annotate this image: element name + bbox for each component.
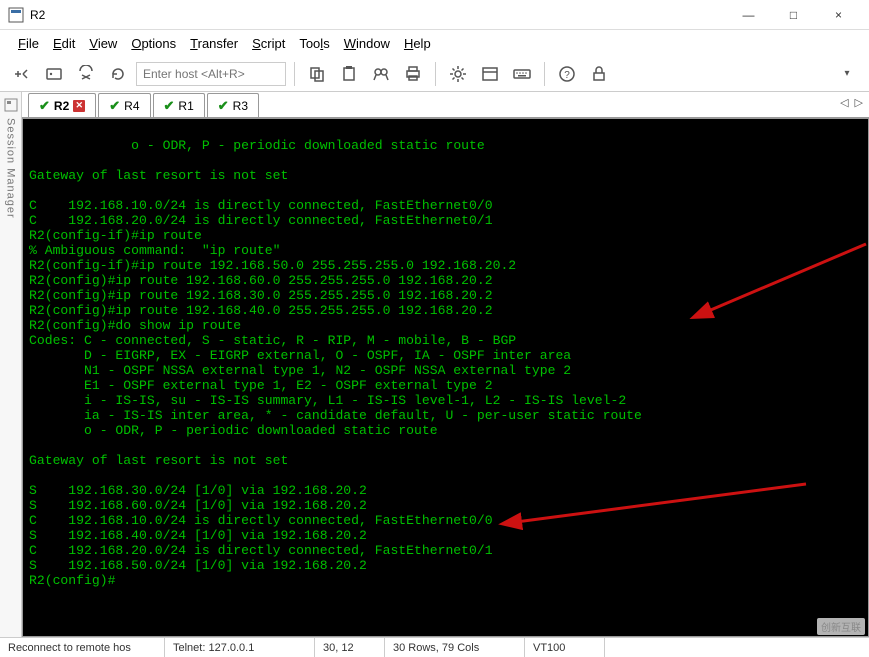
reconnect-button[interactable] <box>104 60 132 88</box>
svg-text:?: ? <box>564 70 570 81</box>
status-size: 30 Rows, 79 Cols <box>385 638 525 657</box>
host-input[interactable] <box>136 62 286 86</box>
menu-help[interactable]: Help <box>404 36 431 51</box>
tab-r2[interactable]: ✔ R2 ✕ <box>28 93 96 117</box>
check-icon: ✔ <box>218 98 229 114</box>
check-icon: ✔ <box>39 98 50 114</box>
status-telnet: Telnet: 127.0.0.1 <box>165 638 315 657</box>
quick-connect-button[interactable] <box>8 60 36 88</box>
session-manager-icon <box>4 98 18 112</box>
tab-label: R4 <box>124 99 139 113</box>
lock-button[interactable] <box>585 60 613 88</box>
tab-r3[interactable]: ✔ R3 <box>207 93 259 117</box>
print-button[interactable] <box>399 60 427 88</box>
minimize-button[interactable]: — <box>726 1 771 29</box>
status-reconnect: Reconnect to remote hos <box>0 638 165 657</box>
menu-window[interactable]: Window <box>344 36 390 51</box>
window-title: R2 <box>30 8 726 22</box>
toolbar-overflow-button[interactable]: ▾ <box>833 60 861 88</box>
session-options-button[interactable] <box>476 60 504 88</box>
tab-close-button[interactable]: ✕ <box>73 100 85 112</box>
annotation-arrow <box>633 219 869 373</box>
menu-script[interactable]: Script <box>252 36 285 51</box>
close-button[interactable]: × <box>816 1 861 29</box>
watermark: 创新互联 <box>817 618 865 635</box>
toolbar: ? ▾ <box>0 56 869 92</box>
keyboard-button[interactable] <box>508 60 536 88</box>
check-icon: ✔ <box>109 98 120 114</box>
app-icon <box>8 7 24 23</box>
statusbar: Reconnect to remote hos Telnet: 127.0.0.… <box>0 637 869 657</box>
terminal-output: o - ODR, P - periodic downloaded static … <box>29 138 642 588</box>
tab-prev-button[interactable]: ◁ <box>840 96 848 109</box>
toolbar-separator <box>294 62 295 86</box>
copy-button[interactable] <box>303 60 331 88</box>
status-cursor: 30, 12 <box>315 638 385 657</box>
menu-tools[interactable]: Tools <box>299 36 329 51</box>
tab-next-button[interactable]: ▷ <box>855 96 863 109</box>
disconnect-button[interactable] <box>72 60 100 88</box>
menu-file[interactable]: File <box>18 36 39 51</box>
menubar: File Edit View Options Transfer Script T… <box>0 30 869 56</box>
session-manager-rail[interactable]: Session Manager <box>0 92 22 637</box>
status-spacer <box>605 638 869 657</box>
menu-view[interactable]: View <box>89 36 117 51</box>
find-button[interactable] <box>367 60 395 88</box>
toolbar-separator <box>435 62 436 86</box>
titlebar: R2 — □ × <box>0 0 869 30</box>
session-manager-label: Session Manager <box>5 118 17 219</box>
tab-label: R1 <box>178 99 193 113</box>
tabstrip: ✔ R2 ✕ ✔ R4 ✔ R1 ✔ R3 ◁ ▷ <box>22 92 869 118</box>
help-button[interactable]: ? <box>553 60 581 88</box>
check-icon: ✔ <box>164 98 175 114</box>
terminal[interactable]: o - ODR, P - periodic downloaded static … <box>22 118 869 637</box>
connect-button[interactable] <box>40 60 68 88</box>
menu-options[interactable]: Options <box>131 36 176 51</box>
settings-button[interactable] <box>444 60 472 88</box>
menu-transfer[interactable]: Transfer <box>190 36 238 51</box>
status-emulation: VT100 <box>525 638 605 657</box>
tab-label: R3 <box>233 99 248 113</box>
tab-r1[interactable]: ✔ R1 <box>153 93 205 117</box>
paste-button[interactable] <box>335 60 363 88</box>
tab-r4[interactable]: ✔ R4 <box>98 93 150 117</box>
tab-label: R2 <box>54 99 69 113</box>
toolbar-separator <box>544 62 545 86</box>
menu-edit[interactable]: Edit <box>53 36 75 51</box>
annotation-arrow <box>443 459 826 573</box>
maximize-button[interactable]: □ <box>771 1 816 29</box>
